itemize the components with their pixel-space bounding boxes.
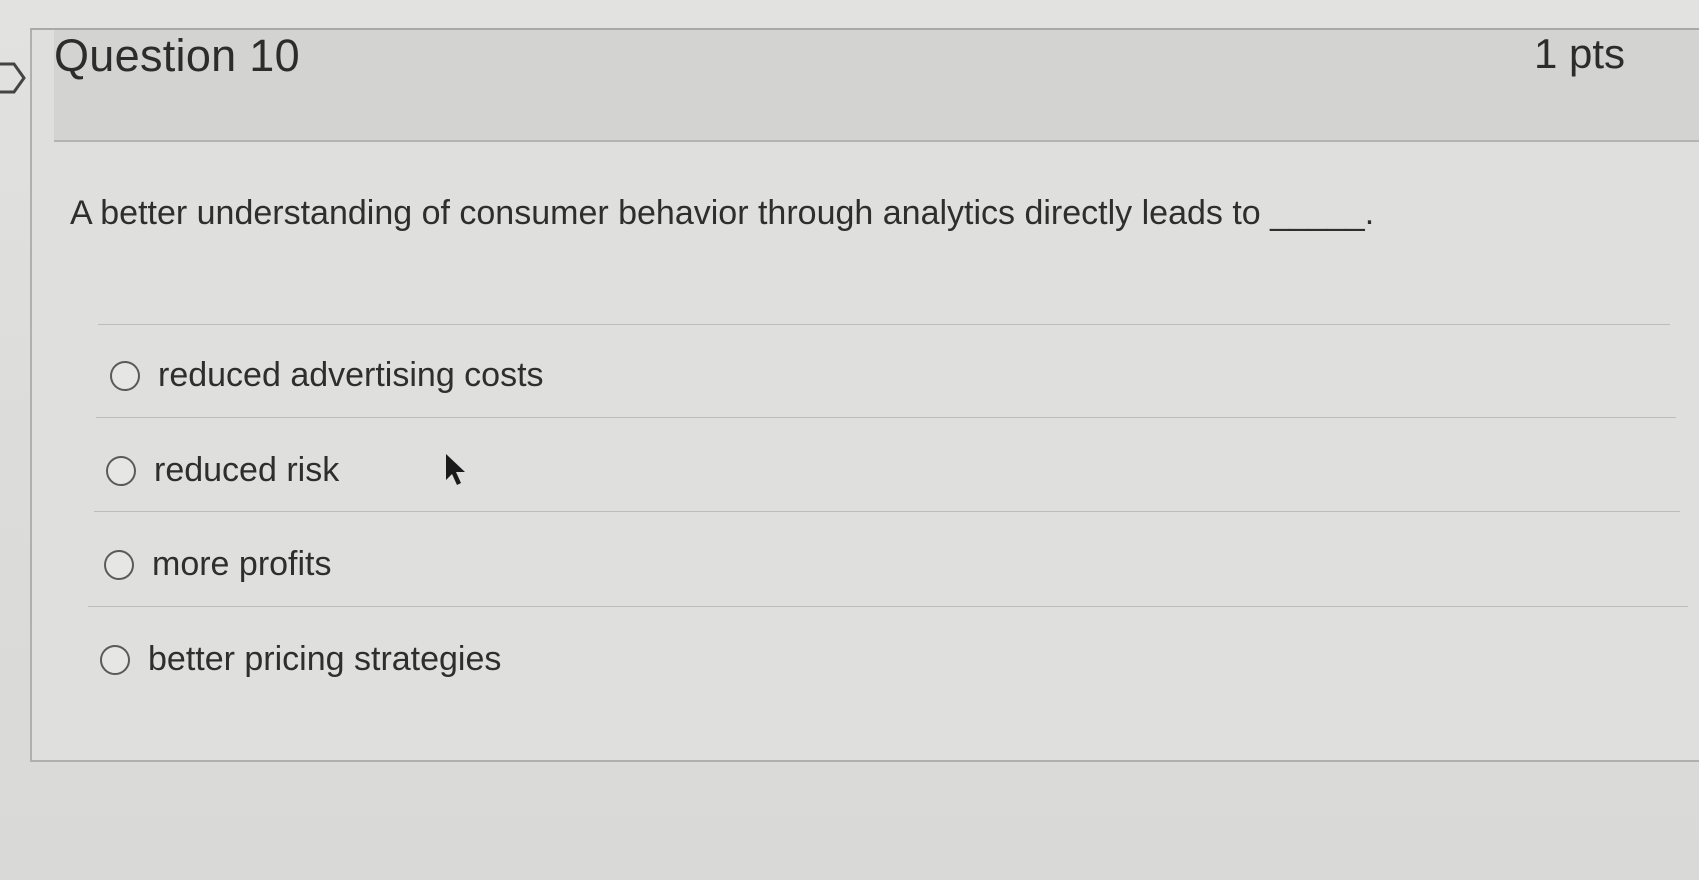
- divider: [98, 324, 1670, 325]
- answer-label: better pricing strategies: [148, 640, 502, 678]
- question-text: A better understanding of consumer behav…: [70, 194, 1375, 232]
- answer-option[interactable]: better pricing strategies: [100, 640, 501, 679]
- answer-label: more profits: [152, 545, 332, 583]
- question-points: 1 pts: [1534, 30, 1626, 77]
- flag-icon[interactable]: [0, 60, 28, 96]
- radio-unchecked-icon[interactable]: [106, 455, 136, 486]
- quiz-screen: Question 10 1 pts A better understanding…: [0, 0, 1699, 880]
- radio-unchecked-icon[interactable]: [104, 549, 134, 580]
- answer-label: reduced risk: [154, 451, 340, 489]
- answer-option[interactable]: reduced risk: [106, 451, 339, 490]
- radio-unchecked-icon[interactable]: [100, 644, 130, 675]
- question-title: Question 10: [54, 30, 300, 81]
- divider: [88, 606, 1688, 607]
- question-header: [54, 30, 1699, 142]
- radio-unchecked-icon[interactable]: [110, 360, 140, 391]
- answer-option[interactable]: reduced advertising costs: [110, 356, 544, 395]
- answer-option[interactable]: more profits: [104, 545, 332, 584]
- answer-label: reduced advertising costs: [158, 356, 544, 394]
- divider: [96, 417, 1676, 418]
- mouse-pointer-icon: [446, 454, 465, 485]
- divider: [94, 511, 1680, 512]
